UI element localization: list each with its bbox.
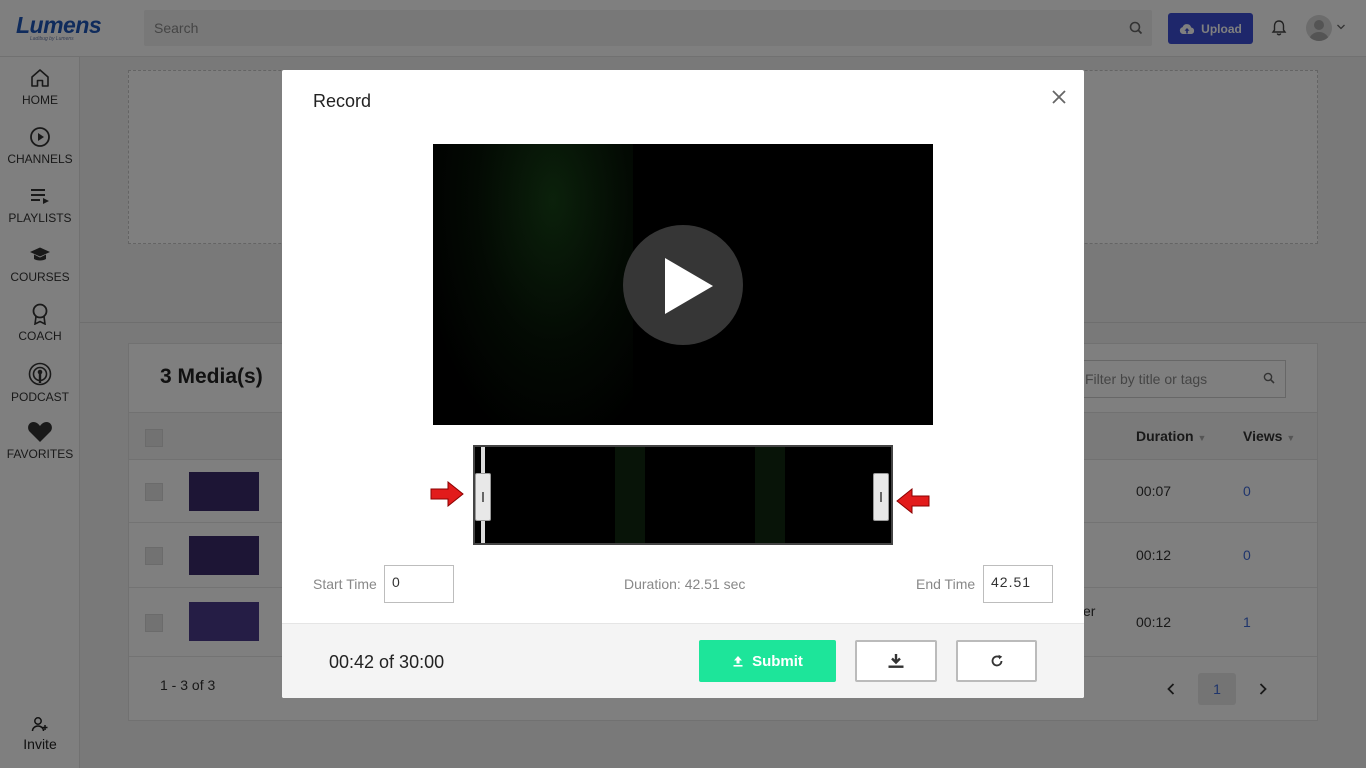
end-time-label: End Time — [916, 576, 976, 592]
grip-icon — [482, 492, 484, 502]
close-icon[interactable] — [1050, 88, 1068, 106]
video-player[interactable] — [433, 144, 933, 425]
grip-icon — [880, 492, 882, 502]
arrow-left-icon — [896, 488, 930, 514]
submit-label: Submit — [752, 652, 803, 670]
arrow-right-icon — [430, 481, 464, 507]
reset-button[interactable] — [956, 640, 1037, 682]
trim-end-handle[interactable] — [873, 473, 889, 521]
trim-timeline[interactable] — [473, 445, 893, 545]
modal-title: Record — [313, 91, 372, 111]
start-time-input[interactable]: 0 — [384, 565, 454, 603]
refresh-icon — [991, 654, 1002, 667]
play-icon — [665, 258, 713, 314]
video-frame — [433, 144, 633, 425]
download-button[interactable] — [855, 640, 937, 682]
duration-text: Duration: 42.51 sec — [624, 576, 746, 592]
recording-elapsed: 00:42 of 30:00 — [329, 652, 445, 672]
timeline-frame — [615, 447, 645, 543]
record-modal: Record Start Time 0 Duration: 42.51 sec … — [282, 70, 1084, 698]
start-time-label: Start Time — [313, 576, 377, 592]
trim-start-handle[interactable] — [475, 473, 491, 521]
timeline-frame — [755, 447, 785, 543]
modal-footer: 00:42 of 30:00 Submit — [282, 623, 1084, 698]
submit-button[interactable]: Submit — [699, 640, 836, 682]
end-time-input[interactable]: 42.51 — [983, 565, 1053, 603]
download-icon — [888, 654, 904, 668]
upload-icon — [733, 656, 743, 667]
